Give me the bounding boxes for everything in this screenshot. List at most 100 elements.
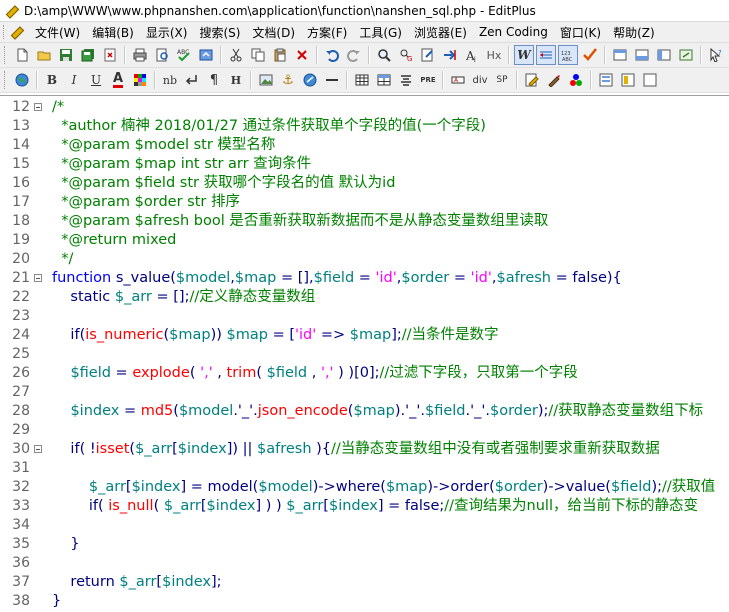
print-button[interactable] [130, 45, 150, 65]
code-line[interactable]: 19 *@return mixed [0, 231, 729, 250]
toolbar-grip[interactable] [4, 71, 8, 89]
redo-button[interactable] [344, 45, 364, 65]
menu-document[interactable]: 文档(D) [246, 24, 301, 41]
code-line[interactable]: 27 [0, 383, 729, 402]
code-line[interactable]: 33 if( is_null( $_arr[$index] ) ) $_arr[… [0, 497, 729, 516]
table-wizard-button[interactable] [374, 70, 394, 90]
heading-button[interactable]: H [226, 70, 246, 90]
blank-window-button[interactable] [640, 70, 660, 90]
hx-button[interactable]: Hx [484, 45, 504, 65]
image-button[interactable] [256, 70, 276, 90]
spell-check-button[interactable]: ABC [174, 45, 194, 65]
fold-toggle-icon[interactable] [34, 274, 42, 282]
horizontal-rule-button[interactable] [322, 70, 342, 90]
menu-file[interactable]: 文件(W) [29, 24, 86, 41]
toolbar-options-button[interactable] [618, 70, 638, 90]
code-line[interactable]: 18 *@param $afresh bool 是否重新获取新数据而不是从静态变… [0, 212, 729, 231]
underline-button[interactable]: U [86, 70, 106, 90]
code-line[interactable]: 23 [0, 307, 729, 326]
open-file-button[interactable] [34, 45, 54, 65]
code-line[interactable]: 32 $_arr[$index] = model($model)->where(… [0, 478, 729, 497]
fold-toggle-icon[interactable] [34, 445, 42, 453]
document-menu-icon[interactable] [9, 25, 25, 40]
color-tools-button[interactable] [566, 70, 586, 90]
paste-button[interactable] [270, 45, 290, 65]
menu-view[interactable]: 显示(X) [140, 24, 194, 41]
menu-zen-coding[interactable]: Zen Coding [473, 25, 554, 39]
code-line[interactable]: 24 if(is_numeric($map)) $map = ['id' => … [0, 326, 729, 345]
bold-button[interactable]: B [42, 70, 62, 90]
align-center-button[interactable] [396, 70, 416, 90]
code-line[interactable]: 12 /* [0, 98, 729, 117]
ruler-button[interactable] [536, 45, 556, 65]
code-line[interactable]: 38} [0, 592, 729, 611]
hyperlink-button[interactable] [300, 70, 320, 90]
code-line[interactable]: 25 [0, 345, 729, 364]
ftp-upload-button[interactable] [196, 45, 216, 65]
check-button[interactable] [580, 45, 600, 65]
replace-button[interactable]: G [396, 45, 416, 65]
word-wrap-button[interactable]: W [514, 45, 534, 65]
save-button[interactable] [56, 45, 76, 65]
find-button[interactable] [374, 45, 394, 65]
save-all-button[interactable] [78, 45, 98, 65]
cliptext-button[interactable] [610, 45, 630, 65]
tag-list-button[interactable] [596, 70, 616, 90]
italic-button[interactable]: I [64, 70, 84, 90]
code-line[interactable]: 26 $field = explode( ',' , trim( $field … [0, 364, 729, 383]
menu-project[interactable]: 方案(F) [301, 24, 353, 41]
menu-search[interactable]: 搜索(S) [193, 24, 246, 41]
code-line[interactable]: 37 return $_arr[$index]; [0, 573, 729, 592]
fullscreen-button[interactable] [676, 45, 696, 65]
font-button[interactable]: AJ [462, 45, 482, 65]
form-button[interactable]: A [448, 70, 468, 90]
line-number-button[interactable]: 123 ABC [558, 45, 578, 65]
div-button[interactable]: div [470, 70, 490, 90]
toolbar-grip[interactable] [4, 46, 8, 64]
code-line[interactable]: 29 [0, 421, 729, 440]
span-button[interactable]: SP [492, 70, 512, 90]
code-line[interactable]: 31 [0, 459, 729, 478]
browser-preview-button[interactable] [12, 70, 32, 90]
code-line[interactable]: 30 if( !isset($_arr[$index]) || $afresh … [0, 440, 729, 459]
code-editor[interactable]: 12 /* 13 *author 楠神 2018/01/27 通过条件获取单个字段的… [0, 95, 729, 612]
menu-help[interactable]: 帮助(Z) [607, 24, 661, 41]
code-line[interactable]: 16 *@param $field str 获取哪个字段名的值 默认为id [0, 174, 729, 193]
code-line[interactable]: 28 $index = md5($model.'_'.json_encode($… [0, 402, 729, 421]
output-window-button[interactable] [632, 45, 652, 65]
code-line[interactable]: 17 *@param $order str 排序 [0, 193, 729, 212]
nbsp-button[interactable]: nb [160, 70, 180, 90]
delete-button[interactable] [292, 45, 312, 65]
code-line[interactable]: 15 *@param $map int str arr 查询条件 [0, 155, 729, 174]
fold-toggle-icon[interactable] [34, 103, 42, 111]
pre-button[interactable]: PRE [418, 70, 438, 90]
code-line[interactable]: 34 [0, 516, 729, 535]
code-line[interactable]: 14 *@param $model str 模型名称 [0, 136, 729, 155]
code-line[interactable]: 35 } [0, 535, 729, 554]
edit-html-button[interactable] [522, 70, 542, 90]
go-to-line-button[interactable] [440, 45, 460, 65]
menu-tools[interactable]: 工具(G) [353, 24, 408, 41]
code-line[interactable]: 20 */ [0, 250, 729, 269]
code-line[interactable]: 22 static $_arr = [];//定义静态变量数组 [0, 288, 729, 307]
help-button[interactable]: ? [706, 45, 726, 65]
undo-button[interactable] [322, 45, 342, 65]
find-in-files-button[interactable] [418, 45, 438, 65]
copy-button[interactable] [248, 45, 268, 65]
code-line[interactable]: 36 [0, 554, 729, 573]
font-color-button[interactable]: A [108, 70, 128, 90]
code-line[interactable]: 13 *author 楠神 2018/01/27 通过条件获取单个字段的值(一个… [0, 117, 729, 136]
paragraph-button[interactable]: ¶ [204, 70, 224, 90]
css-editor-button[interactable] [544, 70, 564, 90]
menu-window[interactable]: 窗口(K) [554, 24, 607, 41]
cut-button[interactable] [226, 45, 246, 65]
new-file-button[interactable] [12, 45, 32, 65]
code-line[interactable]: 21 function s_value($model,$map = [],$fie… [0, 269, 729, 288]
directory-window-button[interactable] [654, 45, 674, 65]
menu-grip[interactable] [3, 25, 7, 39]
menu-edit[interactable]: 编辑(B) [86, 24, 140, 41]
print-preview-button[interactable] [152, 45, 172, 65]
anchor-button[interactable]: ⚓ [278, 70, 298, 90]
table-button[interactable] [352, 70, 372, 90]
color-picker-button[interactable] [130, 70, 150, 90]
